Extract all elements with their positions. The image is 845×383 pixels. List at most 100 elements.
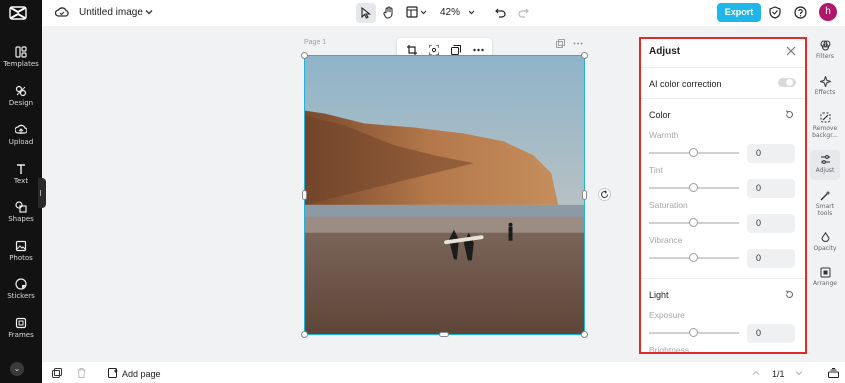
bottom-bar: Add page 1/1 (42, 362, 845, 383)
adjust-panel: Adjust AI color correction Color Warmth … (639, 37, 807, 354)
tint-value-input[interactable]: 0 (747, 179, 795, 198)
rail-item-label: Effects (814, 89, 836, 96)
text-icon (17, 164, 25, 174)
opacity-icon (820, 232, 830, 242)
vibrance-value-input[interactable]: 0 (747, 249, 795, 268)
chevron-down-icon[interactable] (468, 9, 475, 16)
resize-handle-right[interactable] (582, 190, 587, 200)
chevron-down-icon[interactable] (795, 369, 803, 377)
ai-color-correction-toggle[interactable] (778, 78, 796, 87)
close-icon[interactable] (786, 46, 796, 56)
nav-text-label: Text (13, 177, 29, 185)
nav-templates[interactable]: Templates (0, 46, 42, 68)
duplicate-page-icon[interactable] (556, 39, 565, 48)
chevron-down-icon[interactable]: ⌄ (10, 362, 24, 376)
resize-handle-top-left[interactable] (301, 52, 308, 59)
nav-design[interactable]: Design (0, 85, 42, 107)
chevron-up-icon[interactable] (752, 369, 760, 377)
avatar[interactable]: h (819, 3, 837, 21)
rail-item-label: Filters (816, 53, 834, 60)
nav-upload[interactable]: Upload (0, 124, 42, 146)
redo-icon[interactable] (518, 7, 529, 18)
rail-item-remove-background[interactable]: Remove backgr... (810, 112, 840, 148)
layout-icon[interactable] (406, 6, 418, 18)
rotate-icon (601, 190, 608, 198)
saturation-value-input[interactable]: 0 (747, 214, 795, 233)
nav-photos[interactable]: Photos (0, 240, 42, 262)
rotate-handle[interactable] (598, 188, 611, 201)
vibrance-slider-knob[interactable] (689, 253, 698, 262)
photos-icon (15, 240, 27, 252)
saturation-slider-knob[interactable] (689, 218, 698, 227)
brightness-label: Brightness (649, 345, 690, 354)
rail-item-label: Arrange (813, 280, 837, 287)
reset-icon[interactable] (785, 110, 794, 119)
rail-item-adjust[interactable]: Adjust (810, 150, 840, 180)
resize-handle-bottom-left[interactable] (301, 331, 308, 338)
warmth-label: Warmth (649, 130, 679, 140)
undo-icon[interactable] (495, 7, 506, 18)
trash-icon[interactable] (77, 368, 86, 378)
select-tool-button[interactable] (356, 3, 376, 23)
more-icon[interactable] (573, 39, 583, 48)
adjust-icon (820, 155, 830, 164)
resize-handle-bottom[interactable] (439, 332, 449, 337)
right-tool-rail: Filters Effects Remove backgr... Adjust … (810, 30, 845, 360)
sidebar-collapse-handle[interactable] (38, 178, 46, 208)
exposure-slider-knob[interactable] (689, 328, 698, 337)
resize-handle-top-right[interactable] (581, 52, 588, 59)
rail-item-smart-tools[interactable]: Smart tools (810, 190, 840, 222)
cloud-sync-icon[interactable] (55, 6, 69, 18)
pages-panel-icon[interactable] (828, 368, 839, 378)
resize-handle-left[interactable] (302, 190, 307, 200)
shapes-icon (15, 201, 27, 213)
page-label: Page 1 (304, 39, 327, 46)
cursor-icon (361, 7, 372, 19)
rail-item-label: Opacity (813, 245, 837, 252)
reset-icon[interactable] (785, 290, 794, 299)
selected-image[interactable] (304, 55, 585, 335)
design-icon (15, 85, 27, 97)
nav-photos-label: Photos (9, 254, 33, 262)
arrange-icon (820, 267, 830, 278)
add-page-button[interactable]: Add page (122, 369, 161, 379)
warmth-slider-knob[interactable] (689, 148, 698, 157)
hand-icon[interactable] (383, 6, 395, 19)
rail-item-arrange[interactable]: Arrange (810, 267, 840, 295)
chevron-down-icon[interactable] (420, 9, 427, 16)
zoom-level[interactable]: 42% (440, 7, 460, 18)
rail-item-filters[interactable]: Filters (810, 40, 840, 68)
smart-tools-icon (820, 190, 830, 201)
divider (641, 67, 805, 68)
help-icon[interactable] (794, 6, 807, 19)
nav-shapes[interactable]: Shapes (0, 201, 42, 223)
nav-frames[interactable]: Frames (0, 317, 42, 339)
nav-stickers-label: Stickers (7, 292, 35, 300)
chevron-down-icon[interactable] (145, 8, 153, 16)
templates-icon (15, 46, 27, 58)
resize-handle-bottom-right[interactable] (581, 331, 588, 338)
frames-icon (15, 317, 27, 329)
rail-item-effects[interactable]: Effects (810, 76, 840, 104)
shield-icon[interactable] (769, 6, 781, 19)
add-page-icon[interactable] (108, 368, 118, 378)
nav-design-label: Design (8, 99, 34, 107)
duplicate-page-icon[interactable] (52, 368, 62, 378)
rail-item-label: Adjust (815, 167, 835, 174)
nav-stickers[interactable]: Stickers (0, 278, 42, 300)
beach-cliff-photo (305, 56, 584, 334)
export-button[interactable]: Export (717, 3, 761, 22)
capcut-logo[interactable] (9, 5, 27, 21)
nav-templates-label: Templates (3, 60, 39, 68)
color-section-title: Color (649, 110, 671, 120)
tint-slider-knob[interactable] (689, 183, 698, 192)
warmth-value-input[interactable]: 0 (747, 144, 795, 163)
exposure-value-input[interactable]: 0 (747, 324, 795, 343)
rail-item-opacity[interactable]: Opacity (810, 232, 840, 260)
nav-text[interactable]: Text (0, 163, 42, 185)
effects-icon (819, 76, 831, 87)
rail-item-label: Smart tools (815, 203, 835, 217)
saturation-label: Saturation (649, 200, 688, 210)
document-title[interactable]: Untitled image (79, 7, 143, 18)
rail-item-label: Remove backgr... (812, 125, 838, 139)
